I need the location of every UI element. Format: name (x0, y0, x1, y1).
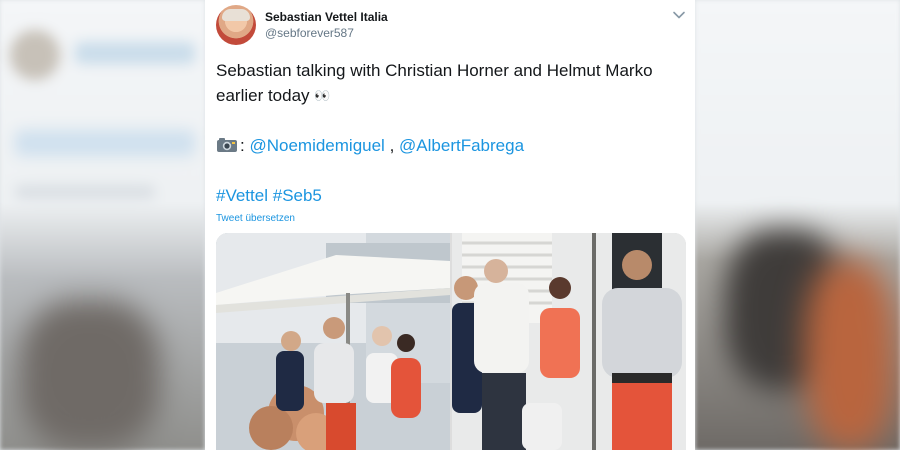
blurred-photo-shape (20, 300, 160, 450)
tweet-sentence: Sebastian talking with Christian Horner … (216, 61, 653, 105)
credit-separator: : (240, 136, 245, 155)
hashtag-line: #Vettel #Seb5 (216, 183, 676, 208)
tweet-text-line: Sebastian talking with Christian Horner … (216, 58, 676, 108)
hashtag-link[interactable]: #Vettel (216, 186, 268, 205)
eyes-emoji: 👀 (314, 88, 330, 103)
tweet-photo[interactable] (452, 233, 686, 450)
avatar-cap-shape (222, 9, 250, 21)
mention-link[interactable]: @AlbertFabrega (399, 136, 524, 155)
blurred-background-right (695, 0, 900, 450)
line-spacer (216, 108, 676, 133)
blurred-avatar-shape (10, 30, 60, 80)
photo-scene-right (452, 233, 686, 450)
tweet-photo[interactable] (216, 233, 450, 450)
display-name[interactable]: Sebastian Vettel Italia (265, 10, 388, 24)
photo-scene-left (216, 233, 450, 450)
photo-credit-line: : @Noemidemiguel , @AlbertFabrega (216, 133, 676, 158)
blurred-text-shape (15, 185, 155, 199)
blurred-photo-shape (805, 260, 895, 450)
blurred-text-shape (75, 42, 195, 64)
mention-link[interactable]: @Noemidemiguel (249, 136, 384, 155)
line-spacer (216, 158, 676, 183)
camera-icon (217, 138, 237, 152)
mention-separator: , (389, 136, 395, 155)
chevron-down-icon[interactable] (672, 8, 686, 22)
user-handle[interactable]: @sebforever587 (265, 26, 354, 40)
tweet-text: Sebastian talking with Christian Horner … (216, 58, 676, 208)
translate-tweet-link[interactable]: Tweet übersetzen (216, 213, 295, 224)
profile-avatar[interactable] (216, 5, 256, 45)
blurred-background-left (0, 0, 205, 450)
tweet-card: Sebastian Vettel Italia @sebforever587 S… (205, 0, 695, 450)
blurred-text-shape (15, 130, 195, 156)
tweet-media (216, 233, 686, 450)
hashtag-link[interactable]: #Seb5 (273, 186, 322, 205)
